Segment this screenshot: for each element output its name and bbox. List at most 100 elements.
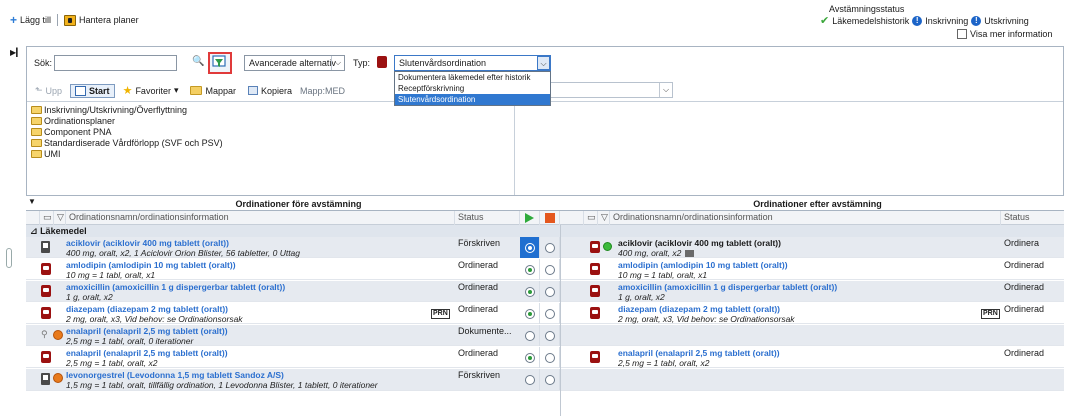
status-discharge[interactable]: Utskrivning: [984, 16, 1029, 26]
stop-radio-cell[interactable]: [540, 347, 560, 368]
stop-radio[interactable]: [545, 309, 555, 319]
filter-button[interactable]: [208, 52, 232, 74]
pin-icon[interactable]: ▶▎: [10, 48, 22, 57]
ordination-name[interactable]: amlodipin (amlodipin 10 mg tablett (oral…: [66, 260, 454, 270]
collapse-group-icon[interactable]: ⊿: [30, 226, 38, 236]
ordination-name[interactable]: diazepam (diazepam 2 mg tablett (oralt)): [66, 304, 454, 314]
continue-radio[interactable]: [525, 287, 535, 297]
ordination-name[interactable]: enalapril (enalapril 2,5 mg tablett (ora…: [66, 348, 454, 358]
continue-radio-cell[interactable]: [520, 325, 540, 346]
continue-radio-cell[interactable]: [520, 237, 540, 258]
header-status-after[interactable]: Status: [1001, 211, 1064, 225]
type-option[interactable]: Receptförskrivning: [395, 83, 550, 94]
ordination-name[interactable]: aciklovir (aciklovir 400 mg tablett (ora…: [66, 238, 454, 248]
type-select[interactable]: Slutenvårdsordination ⌵: [394, 55, 551, 71]
continue-radio-cell[interactable]: [520, 281, 540, 302]
ordination-name-after[interactable]: amoxicillin (amoxicillin 1 g dispergerba…: [618, 282, 998, 292]
status-admission[interactable]: Inskrivning: [925, 16, 968, 26]
show-more-checkbox[interactable]: [957, 29, 967, 39]
folder-item[interactable]: Component PNA: [31, 126, 510, 137]
continue-radio-cell[interactable]: [520, 347, 540, 368]
stop-radio[interactable]: [545, 243, 555, 253]
stop-radio-cell[interactable]: [540, 281, 560, 302]
ordination-name[interactable]: levonorgestrel (Levodonna 1,5 mg tablett…: [66, 370, 454, 380]
home-icon: [75, 85, 87, 96]
plans-icon[interactable]: [64, 14, 77, 26]
continue-radio-cell[interactable]: [520, 259, 540, 280]
continue-radio[interactable]: [525, 265, 535, 275]
ordination-name-after[interactable]: amlodipin (amlodipin 10 mg tablett (oral…: [618, 260, 998, 270]
folders-button[interactable]: Mappar: [186, 85, 240, 97]
continue-radio[interactable]: [525, 309, 535, 319]
filter-funnel-icon[interactable]: ▽: [598, 211, 610, 225]
header-status-before[interactable]: Status: [455, 211, 520, 225]
continue-radio-cell[interactable]: [520, 303, 540, 324]
favorites-button[interactable]: ★ Favoriter ▾: [119, 83, 183, 98]
continue-all-icon[interactable]: [520, 211, 540, 225]
ordination-name-after[interactable]: diazepam (diazepam 2 mg tablett (oralt)): [618, 304, 983, 314]
add-icon[interactable]: +: [10, 14, 17, 26]
header-spacer: [26, 211, 40, 225]
ordination-name[interactable]: amoxicillin (amoxicillin 1 g dispergerba…: [66, 282, 454, 292]
header-name-after[interactable]: Ordinationsnamn/ordinationsinformation: [610, 211, 1001, 225]
search-input[interactable]: [54, 55, 177, 71]
table-row[interactable]: diazepam (diazepam 2 mg tablett (oralt))…: [26, 303, 1064, 324]
stop-radio[interactable]: [545, 331, 555, 341]
ordination-name-after[interactable]: aciklovir (aciklovir 400 mg tablett (ora…: [618, 238, 998, 248]
stop-radio-cell[interactable]: [540, 237, 560, 258]
continue-radio[interactable]: [525, 375, 535, 385]
stop-radio-cell[interactable]: [540, 369, 560, 390]
show-more-label[interactable]: Visa mer information: [970, 29, 1052, 39]
continue-radio-cell[interactable]: [520, 369, 540, 390]
group-row-medication[interactable]: ⊿ Läkemedel: [26, 225, 1064, 237]
status-medication-history[interactable]: Läkemedelshistorik: [832, 16, 909, 26]
type-option[interactable]: Dokumentera läkemedel efter historik: [395, 72, 550, 83]
folder-item[interactable]: Standardiserade Vårdförlopp (SVF och PSV…: [31, 137, 510, 148]
folder-item[interactable]: UMI: [31, 148, 510, 159]
table-row[interactable]: levonorgestrel (Levodonna 1,5 mg tablett…: [26, 369, 1064, 391]
header-spacer: [560, 211, 584, 225]
continue-radio[interactable]: [525, 331, 535, 341]
continue-radio[interactable]: [525, 243, 535, 253]
filter-funnel-icon[interactable]: ▽: [54, 211, 66, 225]
table-row[interactable]: enalapril (enalapril 2,5 mg tablett (ora…: [26, 347, 1064, 368]
folder-item[interactable]: Ordinationsplaner: [31, 115, 510, 126]
start-button[interactable]: Start: [70, 83, 115, 98]
search-icon[interactable]: 🔍: [192, 56, 204, 67]
header-name-before[interactable]: Ordinationsnamn/ordinationsinformation: [66, 211, 455, 225]
ordination-info: 400 mg, oralt, x2, 1 Aciclovir Orion Bli…: [66, 248, 301, 258]
table-row[interactable]: amoxicillin (amoxicillin 1 g dispergerba…: [26, 281, 1064, 302]
stop-radio[interactable]: [545, 375, 555, 385]
column-chooser-icon[interactable]: ▭: [584, 211, 598, 225]
stop-radio[interactable]: [545, 287, 555, 297]
advanced-options-select[interactable]: Avancerade alternativ ⌵: [244, 55, 345, 71]
folder-path-select[interactable]: ⌵: [550, 82, 673, 98]
stop-all-icon[interactable]: [540, 211, 560, 225]
chevron-down-icon[interactable]: ⌵: [537, 56, 550, 70]
ordination-name[interactable]: enalapril (enalapril 2,5 mg tablett (ora…: [66, 326, 454, 336]
navigation-bar: ⬑ Upp Start ★ Favoriter ▾ Mappar Kopiera…: [31, 83, 345, 98]
ordination-info: 2,5 mg = 1 tabl, oralt, x2: [66, 358, 158, 368]
add-button[interactable]: Lägg till: [20, 15, 51, 25]
column-chooser-icon[interactable]: ▭: [40, 211, 54, 225]
stop-radio[interactable]: [545, 353, 555, 363]
copy-button[interactable]: Kopiera: [244, 85, 296, 97]
stop-radio-cell[interactable]: [540, 325, 560, 346]
stop-radio-cell[interactable]: [540, 303, 560, 324]
group-label: Läkemedel: [40, 226, 87, 236]
ordination-name-after[interactable]: enalapril (enalapril 2,5 mg tablett (ora…: [618, 348, 998, 358]
stop-radio[interactable]: [545, 265, 555, 275]
up-button[interactable]: ⬑ Upp: [31, 84, 66, 97]
filter-icon: [212, 55, 226, 67]
comment-icon[interactable]: [685, 250, 695, 258]
continue-radio[interactable]: [525, 353, 535, 363]
table-row[interactable]: aciklovir (aciklovir 400 mg tablett (ora…: [26, 237, 1064, 258]
table-row[interactable]: ⚲ enalapril (enalapril 2,5 mg tablett (o…: [26, 325, 1064, 346]
type-option-selected[interactable]: Slutenvårdsordination: [395, 94, 550, 105]
collapse-handle[interactable]: [6, 248, 12, 268]
manage-plans-button[interactable]: Hantera planer: [79, 15, 139, 25]
stop-radio-cell[interactable]: [540, 259, 560, 280]
type-dropdown-list: Dokumentera läkemedel efter historik Rec…: [394, 71, 551, 106]
copy-icon: [248, 86, 258, 95]
table-row[interactable]: amlodipin (amlodipin 10 mg tablett (oral…: [26, 259, 1064, 280]
